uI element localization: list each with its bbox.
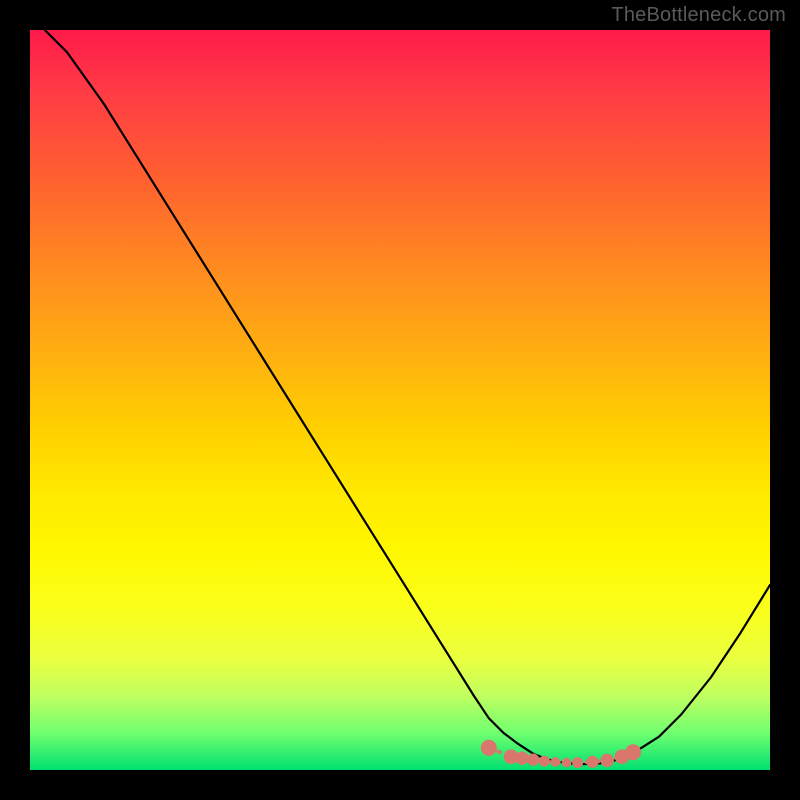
near-zero-markers [481,740,641,768]
near-zero-marker [481,740,497,756]
bottleneck-curve-path [45,30,770,764]
chart-svg [30,30,770,770]
near-zero-marker [527,754,539,766]
near-zero-marker [515,751,528,764]
near-zero-marker [586,756,598,768]
near-zero-marker [600,754,613,767]
plot-area [30,30,770,770]
near-zero-marker [551,757,561,767]
chart-frame [0,0,800,800]
near-zero-marker [625,744,641,760]
near-zero-marker [562,758,572,768]
watermark-text: TheBottleneck.com [611,4,786,27]
bottleneck-curve [45,30,770,764]
near-zero-marker [539,756,550,767]
near-zero-marker [572,757,583,768]
